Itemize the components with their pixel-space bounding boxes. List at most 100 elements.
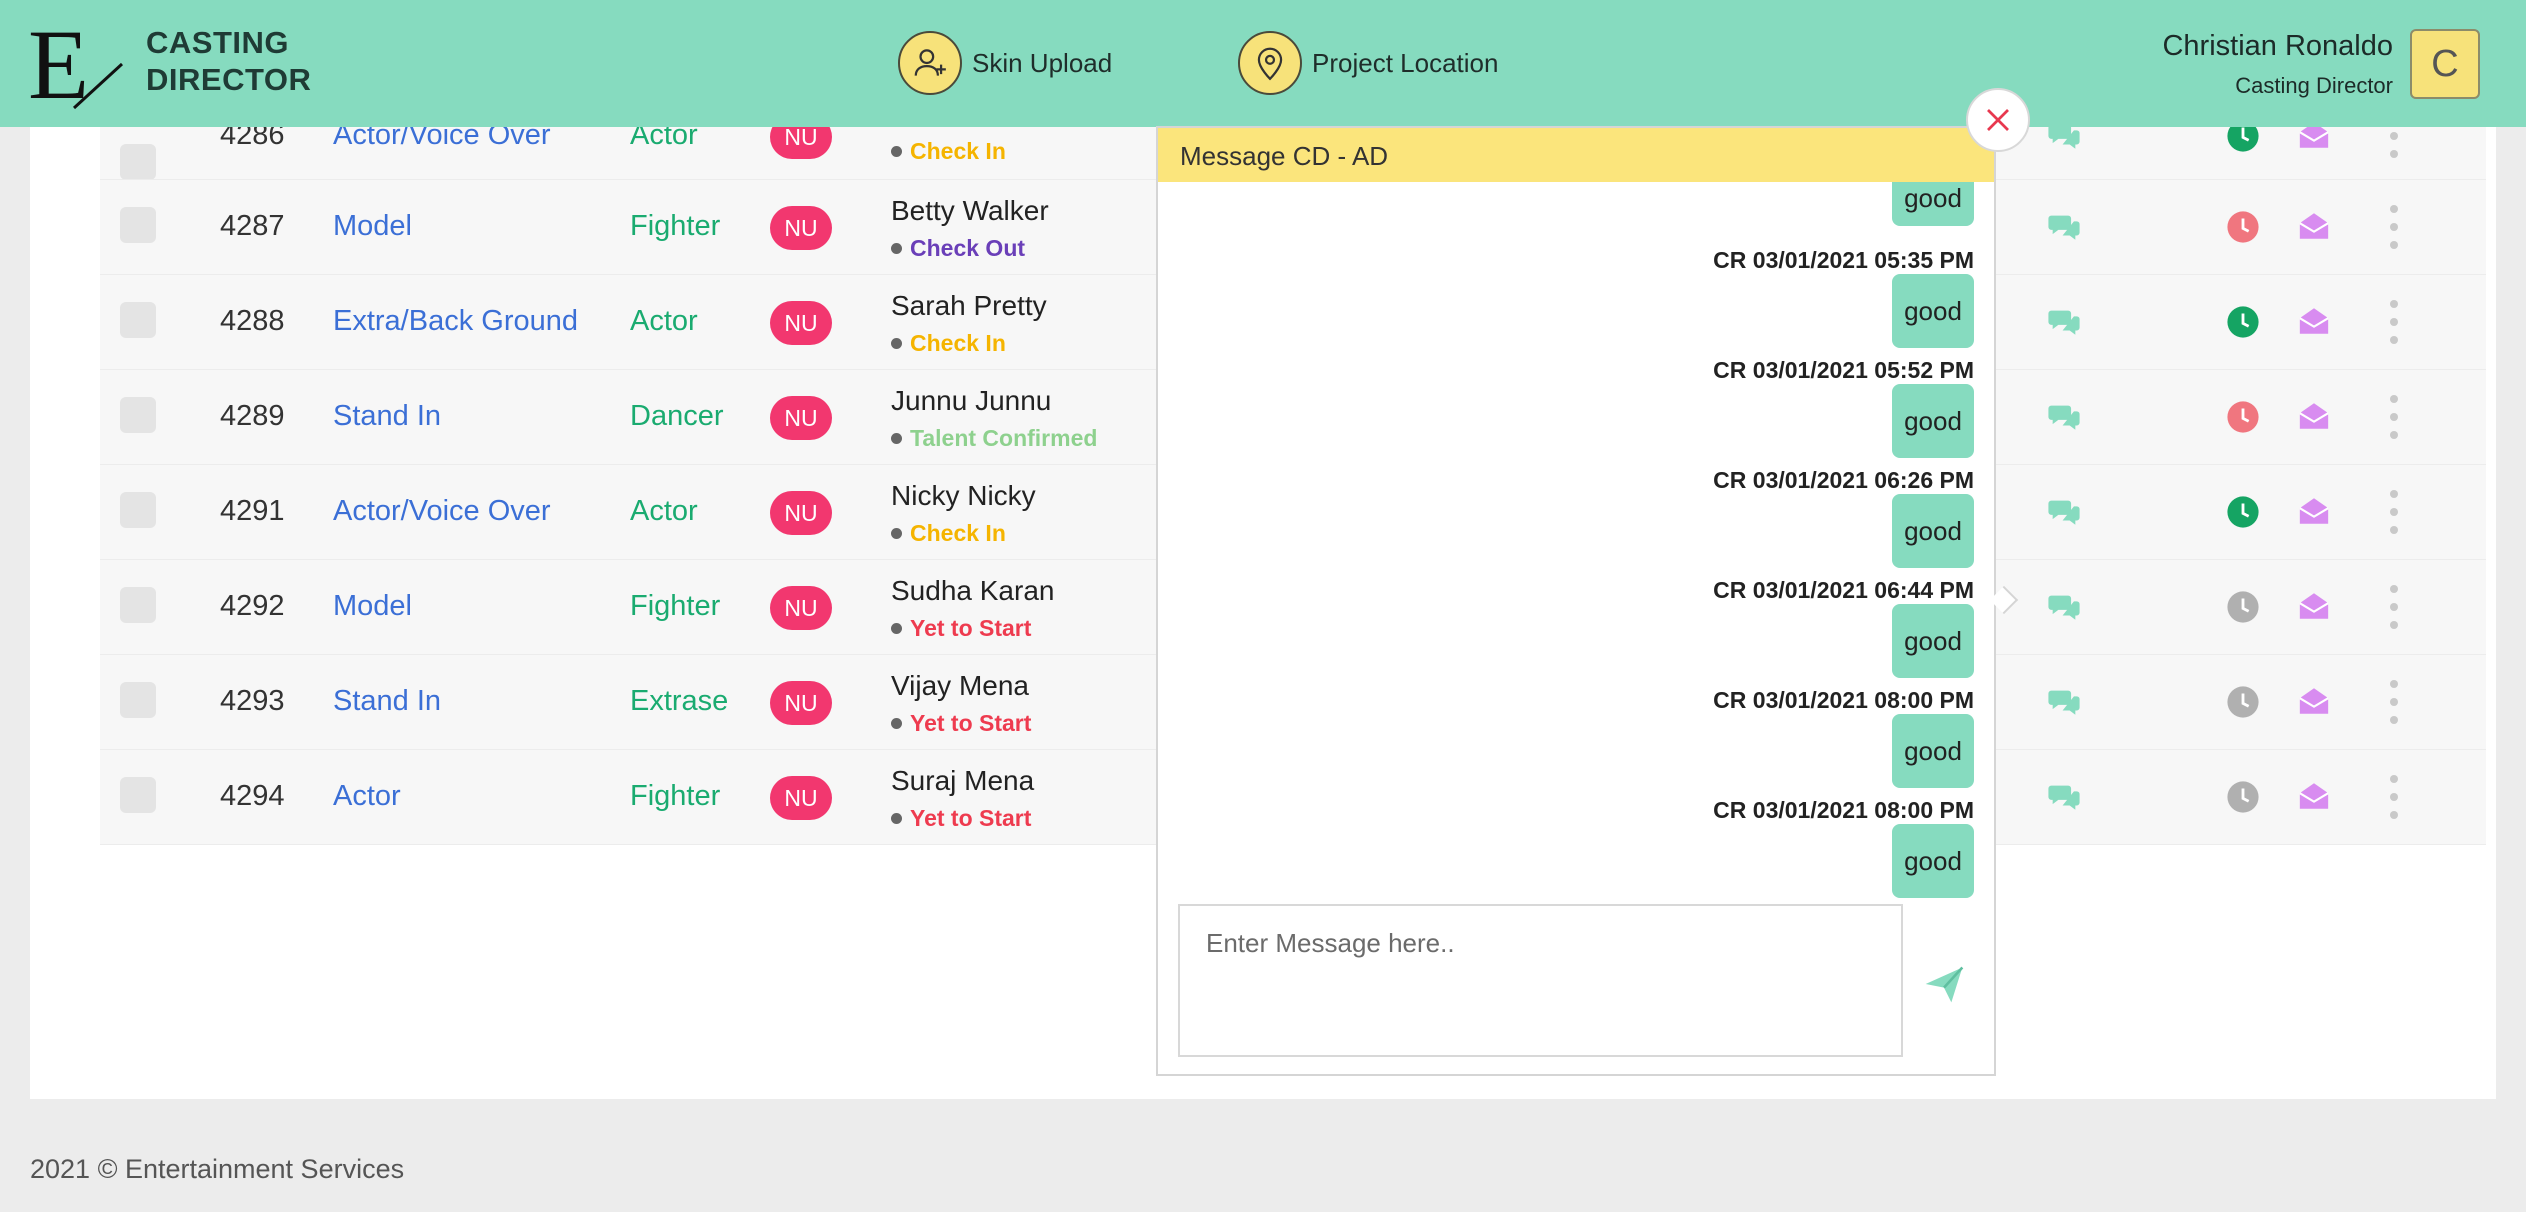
status-dot [891,243,902,254]
chat-icon[interactable] [2046,400,2082,434]
message-meta: CR 03/01/2021 05:35 PM [1713,247,1974,273]
row-id: 4291 [220,495,285,527]
more-options-icon[interactable] [2389,205,2399,249]
talent-name[interactable]: Nicky Nicky [891,480,1036,512]
message-bubble: good [1892,494,1974,568]
popup-title: Message CD - AD [1180,141,1389,171]
status-badge: NU [770,396,832,440]
row-checkbox[interactable] [120,777,156,813]
status-text: Check In [910,138,1006,164]
message-meta: CR 03/01/2021 08:00 PM [1713,687,1974,713]
message-bubble: good [1892,274,1974,348]
mail-open-icon[interactable] [2296,399,2332,433]
row-category: Dancer [630,400,724,432]
add-user-icon [898,31,962,95]
row-id: 4287 [220,210,285,242]
more-options-icon[interactable] [2389,300,2399,344]
clock-icon[interactable] [2226,685,2260,719]
clock-icon[interactable] [2226,305,2260,339]
row-role-link[interactable]: Stand In [333,400,441,433]
clock-icon[interactable] [2226,400,2260,434]
chat-icon[interactable] [2046,685,2082,719]
message-list[interactable]: good CR 03/01/2021 05:35 PM good CR 03/01/2… [1158,182,1994,1022]
row-checkbox[interactable] [120,144,156,179]
status-dot [891,623,902,634]
row-checkbox[interactable] [120,302,156,338]
status-text: Yet to Start [910,615,1032,641]
talent-status: Yet to Start [891,615,1031,642]
close-icon [1987,109,2009,131]
status-dot [891,718,902,729]
status-text: Talent Confirmed [910,425,1098,451]
chat-icon[interactable] [2046,495,2082,529]
talent-name[interactable]: Suraj Mena [891,765,1034,797]
talent-status: Yet to Start [891,710,1031,737]
clock-icon[interactable] [2226,495,2260,529]
popup-header: Message CD - AD [1158,128,1994,182]
row-category: Fighter [630,780,721,812]
talent-name[interactable]: Junnu Junnu [891,385,1051,417]
row-role-link[interactable]: Actor/Voice Over [333,495,551,528]
talent-name[interactable]: Vijay Mena [891,670,1029,702]
clock-icon[interactable] [2226,210,2260,244]
close-popup-button[interactable] [1966,88,2030,152]
message-bubble: good [1892,182,1974,226]
row-category: Fighter [630,210,721,242]
user-name[interactable]: Christian Ronaldo [2162,30,2393,63]
row-role-link[interactable]: Model [333,590,412,623]
chat-icon[interactable] [2046,590,2082,624]
row-role-link[interactable]: Actor [333,780,401,813]
avatar[interactable]: C [2410,29,2480,99]
mail-open-icon[interactable] [2296,494,2332,528]
message-popup: Message CD - AD good CR 03/01/2021 05:35 … [1156,126,1996,1076]
mail-open-icon[interactable] [2296,589,2332,623]
row-checkbox[interactable] [120,682,156,718]
status-badge: NU [770,301,832,345]
more-options-icon[interactable] [2389,490,2399,534]
mail-open-icon[interactable] [2296,779,2332,813]
row-category: Actor [630,495,698,527]
nav-project-location[interactable]: Project Location [1238,31,1498,95]
status-badge: NU [770,681,832,725]
row-checkbox[interactable] [120,207,156,243]
talent-status: Check Out [891,235,1025,262]
logo-line-1: CASTING [146,25,289,60]
clock-icon[interactable] [2226,590,2260,624]
chat-icon[interactable] [2046,210,2082,244]
chat-icon[interactable] [2046,780,2082,814]
row-checkbox[interactable] [120,492,156,528]
company-logo[interactable]: E [28,14,128,114]
message-bubble: good [1892,714,1974,788]
row-category: Actor [630,305,698,337]
mail-open-icon[interactable] [2296,209,2332,243]
status-dot [891,433,902,444]
row-id: 4289 [220,400,285,432]
row-role-link[interactable]: Model [333,210,412,243]
send-icon[interactable] [1922,962,1966,1006]
row-checkbox[interactable] [120,397,156,433]
mail-open-icon[interactable] [2296,304,2332,338]
talent-name[interactable]: Sarah Pretty [891,290,1047,322]
nav-project-location-label: Project Location [1312,47,1499,78]
message-meta: CR 03/01/2021 06:44 PM [1713,577,1974,603]
mail-open-icon[interactable] [2296,684,2332,718]
message-meta: CR 03/01/2021 08:00 PM [1713,797,1974,823]
row-role-link[interactable]: Extra/Back Ground [333,305,578,338]
chat-icon[interactable] [2046,305,2082,339]
more-options-icon[interactable] [2389,775,2399,819]
talent-name[interactable]: Betty Walker [891,195,1049,227]
status-text: Check In [910,520,1006,546]
row-role-link[interactable]: Stand In [333,685,441,718]
row-checkbox[interactable] [120,587,156,623]
clock-icon[interactable] [2226,780,2260,814]
status-badge: NU [770,586,832,630]
talent-name[interactable]: Sudha Karan [891,575,1054,607]
status-dot [891,146,902,157]
more-options-icon[interactable] [2389,585,2399,629]
logo-text: CASTING DIRECTOR [146,24,311,98]
nav-skin-upload[interactable]: Skin Upload [898,31,1112,95]
row-id: 4288 [220,305,285,337]
more-options-icon[interactable] [2389,395,2399,439]
more-options-icon[interactable] [2389,680,2399,724]
message-input[interactable] [1178,904,1903,1057]
